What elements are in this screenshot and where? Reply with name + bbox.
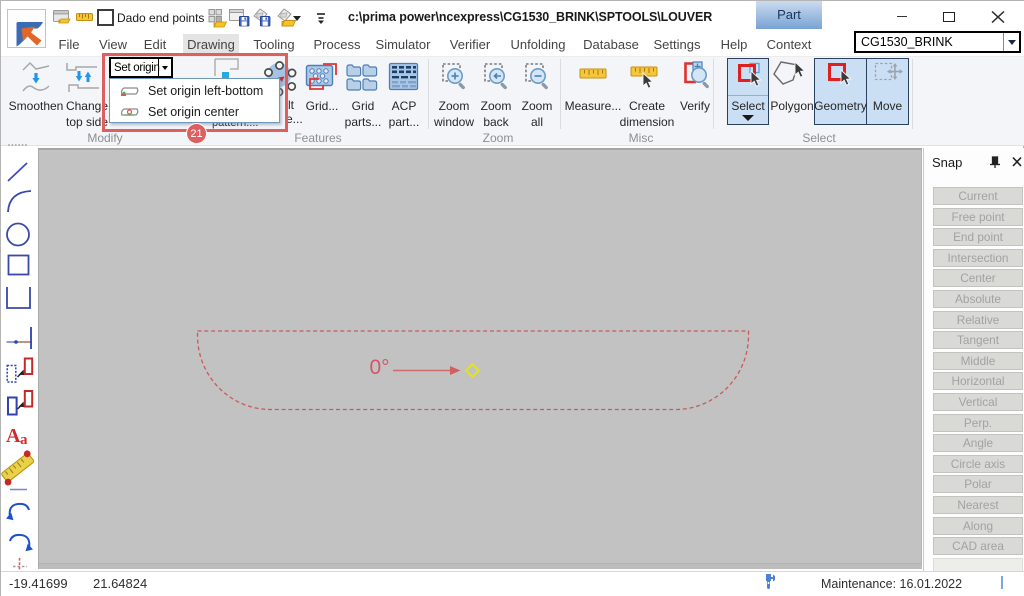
svg-text:e...: e... <box>286 112 303 126</box>
svg-text:A: A <box>6 425 21 447</box>
svg-text:lt: lt <box>288 98 295 112</box>
svg-text:a: a <box>20 432 28 448</box>
svg-text:0°: 0° <box>370 356 390 379</box>
